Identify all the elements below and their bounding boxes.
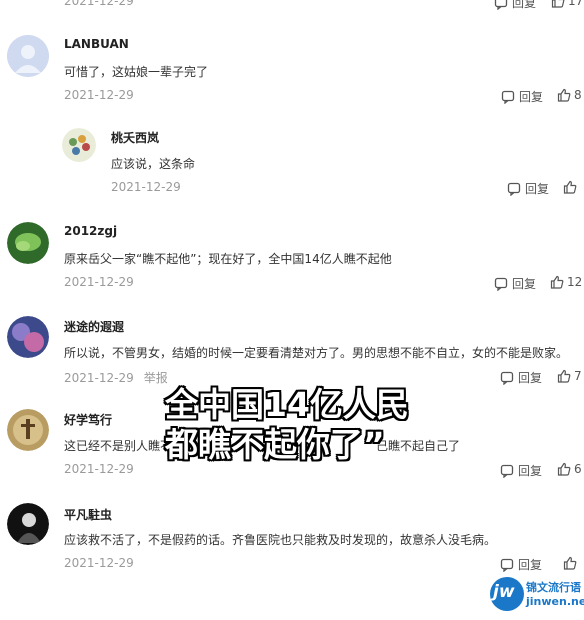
comment-date: 2021-12-29 xyxy=(111,180,181,194)
avatar[interactable] xyxy=(62,128,96,162)
avatar[interactable] xyxy=(7,35,49,77)
username[interactable]: 平凡駐虫 xyxy=(64,506,112,523)
username[interactable]: 好学笃行 xyxy=(64,411,112,428)
comment-text: 所以说，不管男女，结婚的时候一定要看清楚对方了。男的思想不能不自立，女的不能是败… xyxy=(64,346,569,360)
thumbs-up-icon xyxy=(557,462,571,476)
comment-date: 2021-12-29 xyxy=(64,88,134,102)
like-count: 12 xyxy=(567,275,583,289)
username[interactable]: 2012zgj xyxy=(64,224,117,238)
like-button[interactable] xyxy=(563,180,580,194)
like-count: 7 xyxy=(574,369,582,383)
comment-bubble-icon xyxy=(501,90,515,104)
avatar[interactable] xyxy=(7,316,49,358)
reply-button[interactable]: 回复 xyxy=(494,0,536,11)
comment-text: 应该说，这条命 xyxy=(111,157,196,171)
like-button[interactable]: 12 xyxy=(550,275,582,289)
comment-bubble-icon xyxy=(507,182,521,196)
comment-date: 2021-12-29 xyxy=(64,556,134,570)
comment-text: 可惜了，这姑娘一辈子完了 xyxy=(64,65,209,79)
reply-button[interactable]: 回复 xyxy=(500,556,542,573)
username[interactable]: 桃夭西岚 xyxy=(111,129,159,146)
reply-label: 回复 xyxy=(518,371,543,385)
comment-text: 应该救不活了，不是假药的话。齐鲁医院也只能救及时发现的，故意杀人没毛病。 xyxy=(64,533,497,547)
avatar[interactable] xyxy=(7,222,49,264)
reply-button[interactable]: 回复 xyxy=(500,369,542,386)
reply-label: 回复 xyxy=(518,558,543,572)
like-button[interactable]: 6 xyxy=(557,462,582,476)
watermark-line-1: 锦文流行语 xyxy=(526,581,581,594)
watermark: jw 锦文流行语 jinwen.net xyxy=(490,577,584,615)
reply-button[interactable]: 回复 xyxy=(494,275,536,292)
avatar[interactable] xyxy=(7,503,49,545)
reply-button[interactable]: 回复 xyxy=(501,88,543,105)
comment-bubble-icon xyxy=(500,558,514,572)
watermark-line-2: jinwen.net xyxy=(526,595,584,608)
thumbs-up-icon xyxy=(563,556,577,570)
username[interactable]: 迷途的遐遐 xyxy=(64,318,124,335)
comment-bubble-icon xyxy=(500,464,514,478)
reply-label: 回复 xyxy=(512,0,537,10)
comment-bubble-icon xyxy=(494,277,508,291)
video-caption-overlay: 全中国14亿人民 都瞧不起你了” xyxy=(165,385,425,465)
thumbs-up-icon xyxy=(550,275,564,289)
like-button[interactable]: 17 xyxy=(551,0,583,8)
like-button[interactable]: 7 xyxy=(557,369,582,383)
comment-bubble-icon xyxy=(494,0,508,10)
reply-label: 回复 xyxy=(525,182,550,196)
comment-text: 原来岳父一家“瞧不起他”；现在好了，全中国14亿人瞧不起他 xyxy=(64,252,392,266)
like-count: 17 xyxy=(568,0,584,8)
comment-text: 这已经不是别人瞧不 xyxy=(64,439,173,453)
like-button[interactable]: 8 xyxy=(557,88,582,102)
thumbs-up-icon xyxy=(557,369,571,383)
reply-button[interactable]: 回复 xyxy=(500,462,542,479)
comment-date: 2021-12-29 xyxy=(64,462,134,476)
reply-button[interactable]: 回复 xyxy=(507,180,549,197)
caption-line-1: 全中国14亿人民 xyxy=(165,385,409,424)
comment-bubble-icon xyxy=(500,371,514,385)
like-count: 8 xyxy=(574,88,582,102)
comment-date: 2021-12-29 举报 xyxy=(64,369,168,386)
comment-date-text: 2021-12-29 xyxy=(64,371,134,385)
thumbs-up-icon xyxy=(563,180,577,194)
avatar[interactable] xyxy=(7,409,49,451)
username[interactable]: LANBUAN xyxy=(64,37,129,51)
caption-line-2: 都瞧不起你了” xyxy=(165,425,385,464)
comment-date: 2021-12-29 xyxy=(64,275,134,289)
report-link[interactable]: 举报 xyxy=(144,371,168,385)
watermark-logo: jw xyxy=(490,577,524,611)
reply-label: 回复 xyxy=(519,90,544,104)
like-count: 6 xyxy=(574,462,582,476)
reply-label: 回复 xyxy=(512,277,537,291)
comment-date: 2021-12-29 xyxy=(64,0,134,8)
thumbs-up-icon xyxy=(557,88,571,102)
like-button[interactable] xyxy=(563,556,580,570)
thumbs-up-icon xyxy=(551,0,565,8)
reply-label: 回复 xyxy=(518,464,543,478)
